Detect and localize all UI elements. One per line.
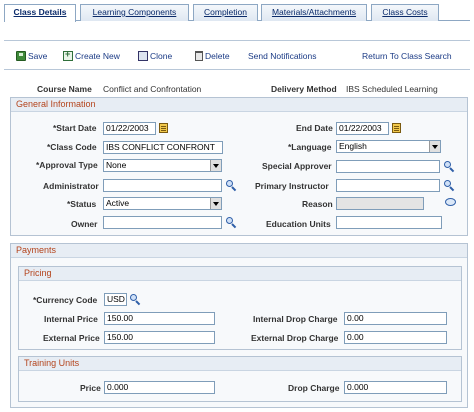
reason-label: Reason [302,199,333,209]
status-select[interactable]: Active [103,197,222,210]
start-date-field[interactable]: 01/22/2003 [103,122,156,135]
save-label: Save [28,51,48,61]
search-icon[interactable] [226,180,237,192]
create-new-icon [63,49,73,61]
tab-materials-attachments[interactable]: Materials/Attachments [261,4,367,21]
approval-type-select[interactable]: None [103,159,222,172]
internal-drop-charge-label: Internal Drop Charge [253,314,338,324]
training-drop-charge-field[interactable]: 0.000 [344,381,447,394]
end-date-field[interactable]: 01/22/2003 [336,122,389,135]
delivery-method-value: IBS Scheduled Learning [346,84,438,94]
delete-button[interactable]: Delete [195,50,230,62]
send-notifications-label: Send Notifications [248,51,317,61]
course-name-label: Course Name [37,84,92,94]
tab-learning-components[interactable]: Learning Components [80,4,189,21]
external-price-field[interactable]: 150.00 [104,331,215,344]
tab-class-costs[interactable]: Class Costs [371,4,439,21]
return-label: Return To Class Search [362,51,452,61]
clone-button[interactable]: Clone [138,50,172,62]
training-units-title: Training Units [19,357,461,371]
calendar-icon[interactable] [392,123,401,133]
return-to-class-search-link[interactable]: Return To Class Search [362,50,452,62]
administrator-label: Administrator [43,181,99,191]
save-button[interactable]: Save [16,50,47,62]
end-date-label: End Date [296,123,333,133]
approval-type-value: None [106,160,127,170]
comment-icon[interactable] [445,198,456,206]
education-units-field[interactable] [336,216,442,229]
save-icon [16,51,26,61]
reason-field[interactable] [336,197,424,210]
tab-completion[interactable]: Completion [193,4,258,21]
delete-label: Delete [205,51,230,61]
class-code-field[interactable]: IBS CONFLICT CONFRONT [103,141,223,154]
chevron-down-icon [429,141,440,152]
status-label: *Status [67,199,97,209]
primary-instructor-label: Primary Instructor [255,181,329,191]
external-drop-charge-label: External Drop Charge [251,333,339,343]
class-code-label: *Class Code [47,142,97,152]
special-approver-field[interactable] [336,160,440,173]
payments-title: Payments [11,244,467,258]
general-information-title: General Information [11,98,467,112]
training-price-field[interactable]: 0.000 [104,381,215,394]
internal-drop-charge-field[interactable]: 0.00 [344,312,447,325]
special-approver-label: Special Approver [262,161,332,171]
tab-bar: Class Details Learning Components Comple… [4,4,470,22]
create-new-button[interactable]: Create New [63,49,120,62]
tab-class-details[interactable]: Class Details [4,4,76,22]
education-units-label: Education Units [266,219,331,229]
create-new-label: Create New [75,51,120,61]
delivery-method-label: Delivery Method [271,84,337,94]
owner-label: Owner [71,219,98,229]
external-drop-charge-field[interactable]: 0.00 [344,331,447,344]
status-value: Active [106,198,130,208]
external-price-label: External Price [43,333,100,343]
owner-field[interactable] [103,216,222,229]
search-icon[interactable] [444,180,455,192]
chevron-down-icon [210,198,221,209]
drop-charge-label: Drop Charge [288,383,340,393]
calendar-icon[interactable] [159,123,168,133]
price-label: Price [80,383,101,393]
primary-instructor-field[interactable] [336,179,440,192]
language-value: English [339,141,367,151]
clone-icon [138,51,148,61]
language-label: *Language [288,142,332,152]
currency-code-label: *Currency Code [33,295,98,305]
toolbar-top-divider [4,40,470,41]
start-date-label: *Start Date [53,123,97,133]
trash-icon [195,51,203,61]
toolbar-bottom-divider [4,69,470,70]
internal-price-field[interactable]: 150.00 [104,312,215,325]
search-icon[interactable] [226,217,237,229]
language-select[interactable]: English [336,140,441,153]
internal-price-label: Internal Price [44,314,98,324]
course-name-value: Conflict and Confrontation [103,84,202,94]
clone-label: Clone [150,51,173,61]
send-notifications-link[interactable]: Send Notifications [248,50,317,62]
currency-code-field[interactable]: USD [104,293,127,306]
approval-type-label: *Approval Type [36,160,98,170]
administrator-field[interactable] [103,179,222,192]
search-icon[interactable] [130,294,141,306]
pricing-title: Pricing [19,267,461,281]
search-icon[interactable] [444,161,455,173]
training-units-section: Training Units [18,356,462,402]
chevron-down-icon [210,160,221,171]
